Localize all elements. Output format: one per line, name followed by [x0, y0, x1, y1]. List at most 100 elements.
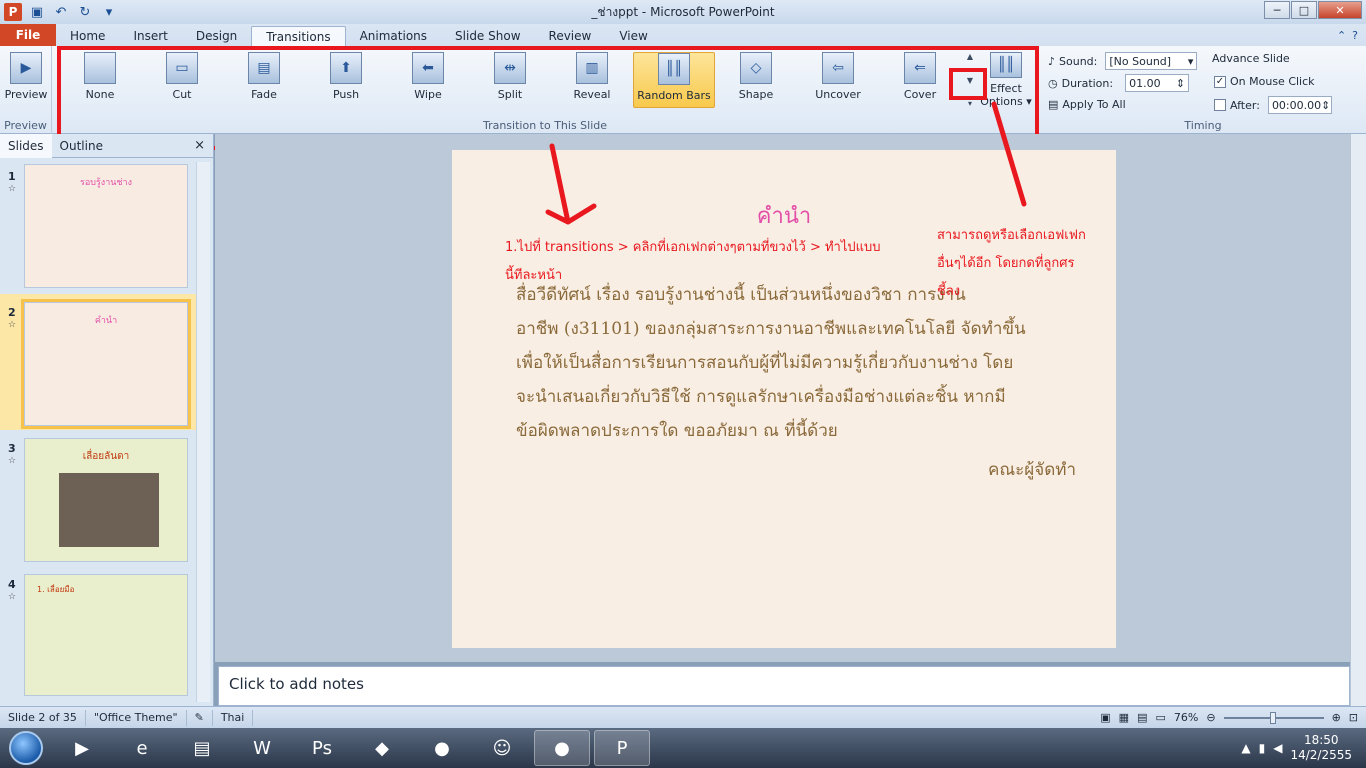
slides-pane-scrollbar[interactable] [196, 162, 210, 702]
transition-star-icon: ☆ [8, 592, 17, 602]
normal-view-icon[interactable]: ▣ [1100, 711, 1110, 724]
sound-dropdown[interactable]: [No Sound] ▾ [1105, 52, 1198, 70]
duration-value: 01.00 [1129, 76, 1161, 90]
notepad-icon[interactable]: ◆ [354, 730, 410, 766]
after-value: 00:00.00 [1271, 98, 1322, 112]
slide-sorter-icon[interactable]: ▦ [1119, 711, 1129, 724]
help-icon[interactable]: ? [1352, 29, 1358, 42]
group-timing: ♪ Sound: [No Sound] ▾ ◷ Duration: 01.00 … [1040, 46, 1366, 134]
annotation-instruction-right: สามารถดูหรือเลือกเอฟเฟก อื่นๆได้อีก โดยก… [937, 222, 1117, 306]
media-player-icon[interactable]: ▶ [54, 730, 110, 766]
annotation-arrow-right [991, 101, 1027, 207]
zoom-slider[interactable] [1223, 711, 1324, 724]
windows-taskbar: ▶ e ▤ W Ps ◆ ● ☺ ● P ▲ ▮ ◀ 18:50 14/2/25… [0, 728, 1366, 768]
start-button[interactable] [0, 728, 52, 768]
on-mouse-click-label: On Mouse Click [1230, 75, 1315, 88]
tab-slide-show[interactable]: Slide Show [441, 26, 534, 46]
slideshow-icon[interactable]: ▭ [1155, 711, 1165, 724]
firefox-icon[interactable]: ● [414, 730, 470, 766]
slide-number: 3 [8, 442, 16, 455]
close-icon[interactable]: × [194, 138, 205, 153]
duration-label: Duration: [1061, 76, 1114, 90]
undo-icon[interactable]: ↶ [52, 3, 70, 21]
duration-icon: ◷ [1048, 76, 1058, 90]
photoshop-icon[interactable]: Ps [294, 730, 350, 766]
windows-logo-icon [9, 731, 43, 765]
internet-explorer-icon[interactable]: e [114, 730, 170, 766]
reading-view-icon[interactable]: ▤ [1137, 711, 1147, 724]
slide-thumbnail-1[interactable]: รอบรู้งานช่าง [24, 164, 188, 288]
tab-view[interactable]: View [605, 26, 661, 46]
close-button[interactable]: ✕ [1318, 1, 1362, 19]
network-icon[interactable]: ▮ [1259, 741, 1266, 755]
duration-spinner[interactable]: 01.00 ⇕ [1125, 74, 1190, 92]
annotation-arrow-left [545, 143, 597, 225]
thumbnail-title: เลื่อยลันดา [82, 451, 130, 462]
tab-insert[interactable]: Insert [119, 26, 181, 46]
powerpoint-app-icon[interactable]: P [4, 3, 22, 21]
tab-transitions[interactable]: Transitions [251, 26, 346, 46]
theme-name: "Office Theme" [86, 709, 187, 726]
tab-file[interactable]: File [0, 24, 56, 46]
annotation-line: สามารถดูหรือเลือกเอฟเฟก [937, 228, 1086, 243]
zoom-slider-thumb[interactable] [1269, 711, 1276, 724]
slide-thumbnail-2[interactable]: คำนำ [21, 299, 191, 429]
customize-qat-icon[interactable]: ▾ [100, 3, 118, 21]
after-checkbox[interactable] [1214, 99, 1226, 111]
word-icon[interactable]: W [234, 730, 290, 766]
fit-slide-icon[interactable]: ⊡ [1349, 711, 1358, 724]
maximize-button[interactable]: □ [1291, 1, 1317, 19]
people-icon[interactable]: ☺ [474, 730, 530, 766]
window-title: _ช่างppt - Microsoft PowerPoint [591, 4, 775, 19]
slide-number: 1 [8, 170, 16, 183]
minimize-button[interactable]: ─ [1264, 1, 1290, 19]
tab-review[interactable]: Review [535, 26, 606, 46]
spinner-icon[interactable]: ⇕ [1176, 77, 1185, 90]
on-mouse-click-checkbox[interactable]: ✓ [1214, 75, 1226, 88]
redo-icon[interactable]: ↻ [76, 3, 94, 21]
preview-button[interactable]: ▶ Preview [0, 52, 61, 108]
after-spinner[interactable]: 00:00.00 ⇕ [1267, 96, 1332, 114]
main-scrollbar[interactable] [1350, 134, 1366, 714]
chevron-down-icon: ▾ [1187, 54, 1194, 68]
transition-star-icon: ☆ [8, 320, 17, 330]
apply-to-all-button[interactable]: ▤ Apply To All [1048, 98, 1126, 111]
tab-slides[interactable]: Slides [0, 133, 52, 158]
zoom-in-icon[interactable]: ⊕ [1332, 711, 1341, 724]
volume-icon[interactable]: ◀ [1273, 741, 1282, 755]
transition-star-icon: ☆ [8, 456, 17, 466]
zoom-level[interactable]: 76% [1174, 711, 1198, 724]
tab-design[interactable]: Design [182, 26, 251, 46]
slide-number: 4 [8, 578, 16, 591]
firefox-window-icon[interactable]: ● [534, 730, 590, 766]
language[interactable]: Thai [213, 709, 254, 726]
minimize-ribbon-icon[interactable]: ⌃ [1337, 29, 1346, 42]
tab-outline[interactable]: Outline [52, 134, 111, 158]
system-tray: ▲ ▮ ◀ 18:50 14/2/2555 [1241, 733, 1366, 763]
tab-home[interactable]: Home [56, 26, 119, 46]
thumbnail-photo [59, 473, 159, 547]
notes-placeholder[interactable]: Click to add notes [218, 666, 1350, 706]
tray-expand-icon[interactable]: ▲ [1241, 741, 1250, 755]
zoom-out-icon[interactable]: ⊖ [1206, 711, 1215, 724]
body-line: จะนำเสนอเกี่ยวกับวิธีใช้ การดูแลรักษาเคร… [516, 387, 1006, 407]
spinner-icon[interactable]: ⇕ [1321, 99, 1330, 112]
preview-label: Preview [4, 88, 48, 101]
spell-check-icon[interactable]: ✎ [187, 709, 213, 726]
status-bar: Slide 2 of 35 "Office Theme" ✎ Thai ▣ ▦ … [0, 706, 1366, 728]
slide-thumbnail-3[interactable]: เลื่อยลันดา [24, 438, 188, 562]
thumbnail-title: 1. เลื่อยมือ [37, 585, 75, 594]
transition-star-icon: ☆ [8, 184, 17, 194]
save-icon[interactable]: ▣ [28, 3, 46, 21]
tab-animations[interactable]: Animations [346, 26, 441, 46]
slide-count: Slide 2 of 35 [0, 709, 86, 726]
slide-signature[interactable]: คณะผู้จัดทำ [988, 456, 1076, 483]
slide-thumbnail-4[interactable]: 1. เลื่อยมือ [24, 574, 188, 696]
preview-icon: ▶ [10, 52, 42, 84]
sound-value: [No Sound] [1109, 54, 1172, 68]
powerpoint-window-icon[interactable]: P [594, 730, 650, 766]
file-explorer-icon[interactable]: ▤ [174, 730, 230, 766]
clock[interactable]: 18:50 14/2/2555 [1290, 733, 1352, 763]
thumbnail-title: คำนำ [94, 316, 118, 326]
quick-access-toolbar: P ▣ ↶ ↻ ▾ [0, 3, 118, 21]
